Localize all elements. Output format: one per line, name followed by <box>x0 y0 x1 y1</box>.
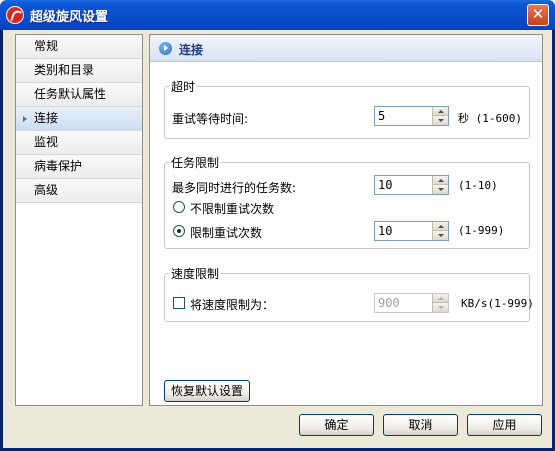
cancel-button[interactable]: 取消 <box>383 414 458 436</box>
limit-speed-stepper[interactable]: 900 <box>374 293 449 313</box>
sidebar-item-categories[interactable]: 类别和目录 <box>16 59 142 83</box>
limit-speed-checkbox[interactable] <box>173 297 185 309</box>
limit-speed-label[interactable]: 将速度限制为： <box>190 296 274 313</box>
limit-retry-radio[interactable] <box>173 225 185 237</box>
spin-up-icon[interactable] <box>432 176 448 185</box>
spin-down-icon[interactable] <box>432 185 448 194</box>
settings-window: 超级旋风设置 ✕ 常规 类别和目录 任务默认属性 连接 监视 病毒保护 高级 连… <box>0 0 555 451</box>
category-list: 常规 类别和目录 任务默认属性 连接 监视 病毒保护 高级 <box>15 34 143 406</box>
close-button[interactable]: ✕ <box>527 4 549 26</box>
retry-wait-stepper[interactable]: 5 <box>374 106 449 126</box>
spin-up-icon[interactable] <box>432 107 448 116</box>
sidebar-item-task-defaults[interactable]: 任务默认属性 <box>16 83 142 107</box>
sidebar-item-label: 监视 <box>34 135 59 149</box>
sidebar-item-connection[interactable]: 连接 <box>16 107 142 131</box>
limit-speed-value: 900 <box>378 296 400 310</box>
spin-down-icon[interactable] <box>432 116 448 125</box>
apply-button[interactable]: 应用 <box>467 414 542 436</box>
limit-retry-stepper[interactable]: 10 <box>374 221 449 241</box>
spin-up-icon[interactable] <box>432 222 448 231</box>
sidebar-item-virus-protection[interactable]: 病毒保护 <box>16 155 142 179</box>
connection-panel: 连接 超时 重试等待时间: 5 秒 (1-600) 任务限制 最多同时进行的任务… <box>149 34 543 406</box>
max-tasks-range: (1-10) <box>458 179 498 192</box>
page-title: 连接 <box>179 43 204 57</box>
speed-limit-legend: 速度限制 <box>171 267 220 281</box>
unlimited-retry-radio[interactable] <box>173 201 185 213</box>
spin-down-icon[interactable] <box>432 231 448 240</box>
sidebar-item-label: 任务默认属性 <box>34 87 107 101</box>
selected-arrow-icon <box>23 116 27 122</box>
title-bar[interactable]: 超级旋风设置 ✕ <box>0 0 555 30</box>
spin-up-icon[interactable] <box>432 294 448 303</box>
sidebar-item-label: 常规 <box>34 39 59 53</box>
ok-button[interactable]: 确定 <box>299 414 374 436</box>
retry-wait-label: 重试等待时间: <box>172 112 249 126</box>
retry-wait-value: 5 <box>378 109 386 123</box>
sidebar-item-monitor[interactable]: 监视 <box>16 131 142 155</box>
restore-defaults-button[interactable]: 恢复默认设置 <box>164 380 250 402</box>
max-tasks-value: 10 <box>378 178 393 192</box>
task-limit-legend: 任务限制 <box>171 156 220 170</box>
retry-wait-unit: 秒 (1-600) <box>458 112 522 125</box>
speed-limit-group: 速度限制 <box>164 265 530 322</box>
sidebar-item-label: 高级 <box>34 183 59 197</box>
window-title: 超级旋风设置 <box>30 10 109 25</box>
limit-retry-value: 10 <box>378 224 393 238</box>
dialog-body: 常规 类别和目录 任务默认属性 连接 监视 病毒保护 高级 连接 超时 重试等待… <box>3 30 552 448</box>
sidebar-item-general[interactable]: 常规 <box>16 35 142 59</box>
section-arrow-icon <box>159 42 172 55</box>
sidebar-item-label: 类别和目录 <box>34 63 95 77</box>
panel-header: 连接 <box>150 35 542 62</box>
sidebar-item-label: 连接 <box>34 111 59 125</box>
limit-retry-label[interactable]: 限制重试次数 <box>190 224 262 241</box>
timeout-legend: 超时 <box>171 80 196 94</box>
close-icon: ✕ <box>531 5 545 23</box>
sidebar-item-label: 病毒保护 <box>34 159 83 173</box>
timeout-group: 超时 <box>164 78 530 139</box>
sidebar-item-advanced[interactable]: 高级 <box>16 179 142 203</box>
app-logo-icon <box>6 6 24 24</box>
unlimited-retry-label[interactable]: 不限制重试次数 <box>190 200 274 217</box>
max-tasks-label: 最多同时进行的任务数: <box>172 181 297 195</box>
limit-retry-range: (1-999) <box>458 224 505 237</box>
max-tasks-stepper[interactable]: 10 <box>374 175 449 195</box>
limit-speed-unit: KB/s(1-999) <box>461 297 534 310</box>
spin-down-icon[interactable] <box>432 303 448 312</box>
